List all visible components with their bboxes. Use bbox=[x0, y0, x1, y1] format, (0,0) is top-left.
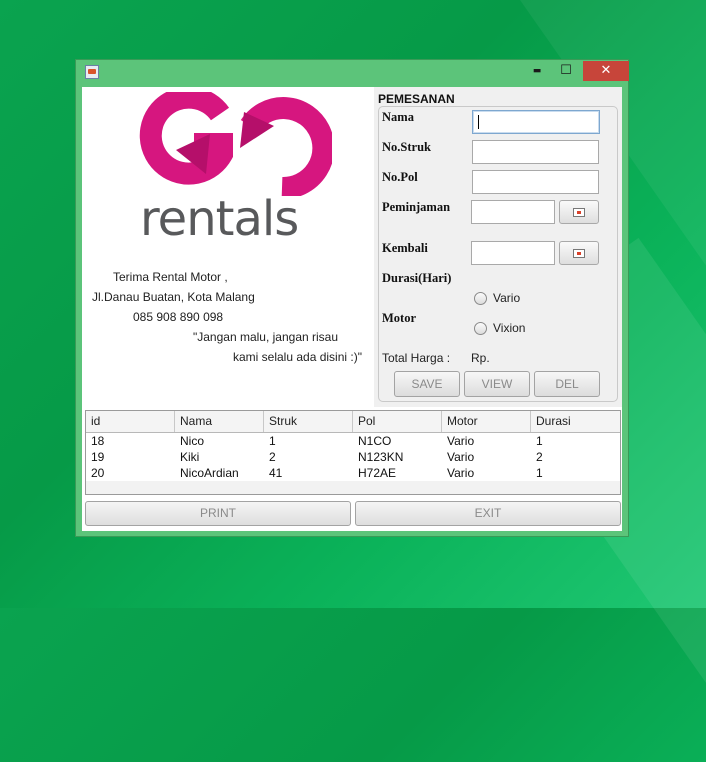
column-header-id[interactable]: id bbox=[86, 411, 175, 432]
title-bar[interactable]: ▬ ☐ ✕ bbox=[76, 60, 629, 86]
java-app-icon bbox=[85, 65, 99, 79]
cell-motor: Vario bbox=[447, 466, 475, 480]
cell-pol: N1CO bbox=[358, 434, 392, 448]
cell-struk: 41 bbox=[269, 466, 283, 480]
info-greeting: Terima Rental Motor , bbox=[113, 270, 228, 284]
cell-pol: N123KN bbox=[358, 450, 404, 464]
vario-radio[interactable] bbox=[474, 292, 487, 305]
cell-struk: 1 bbox=[269, 434, 276, 448]
view-button[interactable]: VIEW bbox=[464, 371, 530, 397]
orders-table[interactable]: id Nama Struk Pol Motor Durasi 18 Nico 1… bbox=[85, 410, 621, 495]
cell-nama: Nico bbox=[180, 434, 205, 448]
durasi-label: Durasi(Hari) bbox=[382, 271, 452, 285]
cell-id: 18 bbox=[91, 434, 105, 448]
total-harga-label: Total Harga : bbox=[382, 351, 451, 365]
cell-durasi: 1 bbox=[536, 434, 543, 448]
brand-name: rentals bbox=[140, 191, 299, 247]
cell-pol: H72AE bbox=[358, 466, 397, 480]
column-header-struk[interactable]: Struk bbox=[264, 411, 353, 432]
no-struk-input[interactable] bbox=[472, 140, 599, 164]
calendar-icon bbox=[573, 249, 585, 258]
no-pol-label: No.Pol bbox=[382, 170, 418, 184]
vixion-radio-label[interactable]: Vixion bbox=[493, 321, 525, 335]
info-phone: 085 908 890 098 bbox=[133, 310, 224, 324]
cell-nama: NicoArdian bbox=[180, 466, 239, 480]
column-header-motor[interactable]: Motor bbox=[442, 411, 531, 432]
maximize-button[interactable]: ☐ bbox=[553, 61, 579, 81]
cell-durasi: 1 bbox=[536, 466, 543, 480]
cell-id: 19 bbox=[91, 450, 105, 464]
app-window: ▬ ☐ ✕ rentals Terima Rental Motor , Jl.D… bbox=[75, 59, 629, 537]
no-struk-label: No.Struk bbox=[382, 140, 431, 154]
delete-button[interactable]: DEL bbox=[534, 371, 600, 397]
client-area: rentals Terima Rental Motor , Jl.Danau B… bbox=[82, 87, 622, 531]
peminjaman-date-input[interactable] bbox=[471, 200, 555, 224]
info-address: Jl.Danau Buatan, Kota Malang bbox=[92, 290, 255, 304]
column-header-durasi[interactable]: Durasi bbox=[531, 411, 620, 432]
print-button[interactable]: PRINT bbox=[85, 501, 351, 526]
vario-radio-label[interactable]: Vario bbox=[493, 291, 520, 305]
calendar-icon bbox=[573, 208, 585, 217]
motor-label: Motor bbox=[382, 311, 417, 325]
close-button[interactable]: ✕ bbox=[583, 61, 629, 81]
kembali-label: Kembali bbox=[382, 241, 428, 255]
go-rentals-logo bbox=[139, 92, 332, 196]
column-header-pol[interactable]: Pol bbox=[353, 411, 442, 432]
info-slogan-2: kami selalu ada disini :)" bbox=[233, 350, 362, 364]
text-caret bbox=[478, 115, 479, 129]
cell-nama: Kiki bbox=[180, 450, 200, 464]
exit-button[interactable]: EXIT bbox=[355, 501, 621, 526]
brand-panel: rentals Terima Rental Motor , Jl.Danau B… bbox=[82, 87, 372, 407]
cell-motor: Vario bbox=[447, 450, 475, 464]
table-header: id Nama Struk Pol Motor Durasi bbox=[86, 411, 620, 433]
table-row[interactable]: 19 Kiki 2 N123KN Vario 2 bbox=[86, 449, 620, 465]
cell-id: 20 bbox=[91, 466, 105, 480]
kembali-date-input[interactable] bbox=[471, 241, 555, 265]
cell-durasi: 2 bbox=[536, 450, 543, 464]
nama-label: Nama bbox=[382, 110, 414, 124]
save-button[interactable]: SAVE bbox=[394, 371, 460, 397]
column-header-nama[interactable]: Nama bbox=[175, 411, 264, 432]
peminjaman-label: Peminjaman bbox=[382, 200, 451, 214]
cell-motor: Vario bbox=[447, 434, 475, 448]
kembali-calendar-button[interactable] bbox=[559, 241, 599, 265]
total-harga-value: Rp. bbox=[471, 351, 490, 365]
cell-struk: 2 bbox=[269, 450, 276, 464]
order-form-panel: PEMESANAN Nama No.Struk No.Pol Peminjama… bbox=[374, 87, 622, 407]
minimize-button[interactable]: ▬ bbox=[524, 61, 550, 81]
nama-input[interactable] bbox=[472, 110, 600, 134]
peminjaman-calendar-button[interactable] bbox=[559, 200, 599, 224]
info-slogan-1: "Jangan malu, jangan risau bbox=[193, 330, 339, 344]
table-row[interactable]: 18 Nico 1 N1CO Vario 1 bbox=[86, 433, 620, 449]
form-title: PEMESANAN bbox=[378, 92, 455, 106]
table-row[interactable]: 20 NicoArdian 41 H72AE Vario 1 bbox=[86, 465, 620, 481]
vixion-radio[interactable] bbox=[474, 322, 487, 335]
no-pol-input[interactable] bbox=[472, 170, 599, 194]
